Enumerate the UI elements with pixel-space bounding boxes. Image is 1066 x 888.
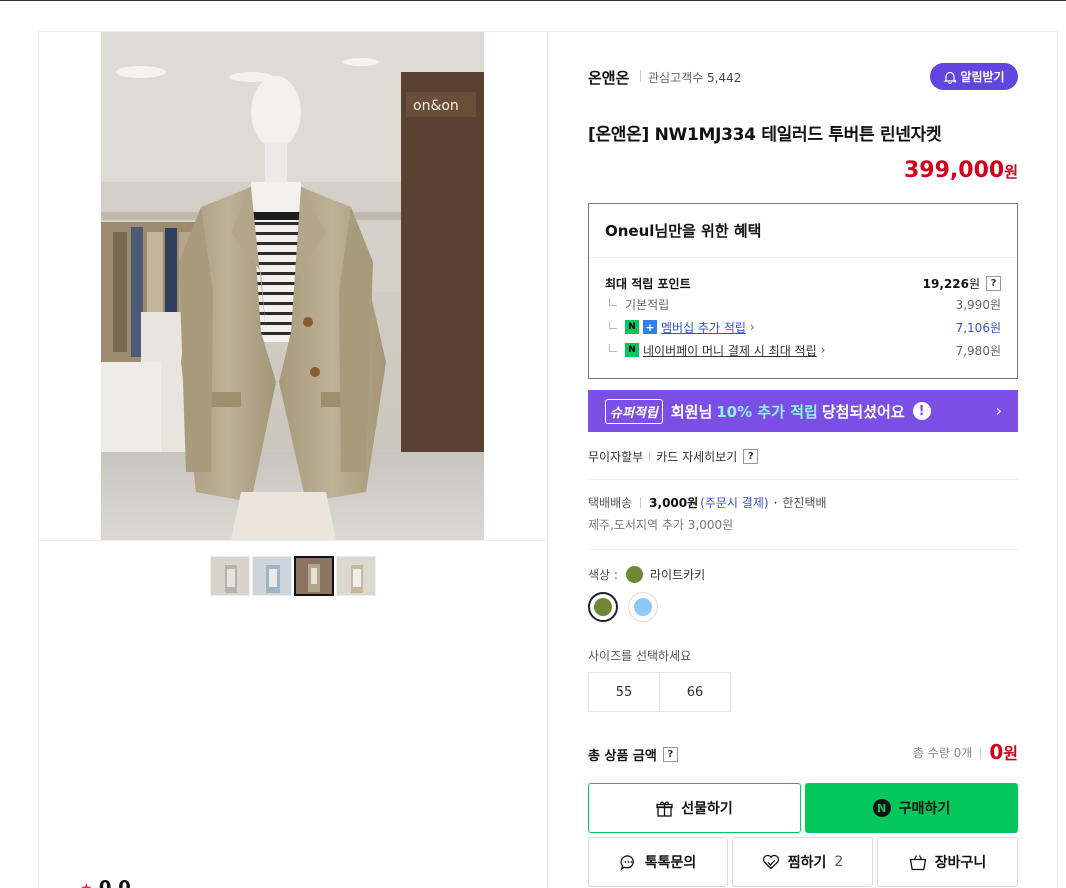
- branch-icon: [609, 344, 617, 352]
- shipping-extra: 제주,도서지역 추가 3,000원: [588, 518, 734, 532]
- size-option-66[interactable]: 66: [659, 672, 731, 712]
- shipping-carrier: 한진택배: [782, 496, 827, 510]
- total-label: 총 상품 금액 ?: [588, 745, 678, 764]
- wish-button[interactable]: 찜하기 2: [732, 837, 873, 887]
- buy-button-label: 구매하기: [898, 801, 951, 817]
- star-icon: ★: [80, 881, 93, 888]
- benefit-divider: [589, 257, 1017, 258]
- color-label-text: 색상 :: [588, 568, 618, 582]
- color-swatch-skyblue[interactable]: [628, 592, 658, 622]
- gift-button[interactable]: 선물하기: [588, 783, 801, 833]
- benefit-row: N 네이버페이 머니 결제 시 최대 적립 › 7,980원: [605, 341, 1001, 359]
- thumbnail-3[interactable]: [294, 556, 334, 596]
- benefit-title: Oneul님만을 위한 혜택: [605, 222, 762, 240]
- product-main-image[interactable]: on&on: [101, 32, 484, 540]
- thumbnail-strip: [210, 556, 376, 596]
- exclamation-icon: !: [912, 402, 931, 420]
- cart-button-label: 장바구니: [934, 855, 987, 871]
- wish-count: 2: [834, 854, 844, 870]
- benefit-row-value: 7,106원: [955, 320, 1001, 335]
- product-title: [온앤온] NW1MJ334 테일러드 투버튼 린넨자켓: [588, 125, 942, 145]
- banner-text: 회원님: [670, 402, 713, 421]
- buy-button[interactable]: N 구매하기: [805, 783, 1018, 833]
- benefit-row: N + 멤버십 추가 적립 › 7,106원: [605, 318, 1001, 336]
- thumbnail-1[interactable]: [210, 556, 250, 596]
- plus-icon: +: [643, 320, 657, 334]
- shipping-label: 택배배송: [588, 496, 633, 510]
- chevron-right-icon: ›: [820, 343, 826, 357]
- heart-icon: [762, 854, 779, 870]
- max-points-row: 최대 적립 포인트 19,226원 ?: [605, 274, 1001, 292]
- product-price: 399,000원: [903, 158, 1018, 183]
- image-divider: [39, 540, 547, 541]
- cart-button[interactable]: 장바구니: [877, 837, 1018, 887]
- help-icon[interactable]: ?: [662, 747, 678, 762]
- top-border: [0, 0, 1066, 1]
- benefit-row-label: 기본적립: [625, 297, 670, 312]
- cart-bag-icon: [909, 854, 927, 870]
- color-swatch-khaki[interactable]: [588, 592, 618, 622]
- color-option-label: 색상 : 라이트카키: [588, 566, 705, 583]
- benefit-row-value: 3,990원: [955, 297, 1001, 312]
- store-separator: [640, 70, 641, 82]
- help-icon[interactable]: ?: [986, 275, 1001, 291]
- rating-fragment: ★ 0.0: [80, 878, 131, 888]
- section-divider: [588, 479, 1018, 480]
- selected-color-dot: [625, 566, 643, 583]
- naverpay-icon: N: [625, 343, 639, 357]
- benefit-box: Oneul님만을 위한 혜택 최대 적립 포인트 19,226원 ? 기본적립 …: [588, 203, 1018, 379]
- chevron-right-icon: ›: [995, 401, 1002, 420]
- max-points-label: 최대 적립 포인트: [605, 276, 691, 291]
- banner-highlight: 10% 추가 적립: [716, 402, 818, 421]
- benefit-row-value: 7,980원: [955, 343, 1001, 358]
- total-amount: 0원: [989, 740, 1018, 764]
- installment-label: 무이자할부: [588, 450, 644, 464]
- benefit-row: 기본적립 3,990원: [605, 295, 1001, 313]
- card-detail-link[interactable]: 카드 자세히보기: [656, 448, 737, 465]
- size-option-label: 사이즈를 선택하세요: [588, 649, 692, 663]
- chat-bubble-icon: [620, 854, 634, 870]
- shipping-condition: (주문시 결제): [700, 496, 769, 510]
- selected-color-name: 라이트카키: [649, 568, 706, 582]
- fan-count: 관심고객수 5,442: [648, 71, 742, 85]
- section-divider: [588, 549, 1018, 550]
- wish-button-label: 찜하기: [787, 855, 827, 871]
- talk-button-label: 톡톡문의: [644, 855, 697, 871]
- alarm-button[interactable]: 알림받기: [930, 63, 1018, 90]
- membership-link[interactable]: 멤버십 추가 적립: [661, 319, 746, 336]
- naver-n-icon: N: [625, 320, 639, 334]
- super-points-banner[interactable]: 슈퍼적립 회원님 10% 추가 적립 당첨되셨어요 ! ›: [588, 390, 1018, 432]
- naver-n-icon: N: [872, 799, 891, 817]
- total-quantity: 총 수량 0개: [913, 744, 989, 761]
- naverpay-link[interactable]: 네이버페이 머니 결제 시 최대 적립: [643, 342, 817, 359]
- svg-text:on&on: on&on: [413, 98, 459, 114]
- shipping-row: 택배배송 3,000원 (주문시 결제) · 한진택배: [588, 495, 827, 511]
- gift-icon: [656, 801, 673, 817]
- talk-inquiry-button[interactable]: 톡톡문의: [588, 837, 728, 887]
- size-option-55[interactable]: 55: [588, 672, 660, 712]
- branch-icon: [609, 298, 617, 306]
- total-summary: 총 수량 0개 0원: [913, 740, 1018, 764]
- super-points-tag: 슈퍼적립: [605, 398, 663, 424]
- thumbnail-4[interactable]: [336, 556, 376, 596]
- banner-text-post: 당첨되셨어요: [821, 402, 905, 421]
- alarm-button-label: 알림받기: [960, 70, 1005, 84]
- max-points-value: 19,226원: [922, 276, 980, 291]
- gift-button-label: 선물하기: [681, 801, 733, 817]
- thumbnail-2[interactable]: [252, 556, 292, 596]
- branch-icon: [609, 321, 617, 329]
- total-label-text: 총 상품 금액: [588, 749, 657, 764]
- store-name[interactable]: 온앤온: [588, 67, 629, 88]
- column-divider: [547, 31, 548, 888]
- help-icon[interactable]: ?: [743, 449, 759, 464]
- bell-icon: [943, 71, 957, 84]
- installment-row: 무이자할부 카드 자세히보기 ?: [588, 448, 759, 465]
- shipping-fee: 3,000원: [649, 496, 699, 510]
- chevron-right-icon: ›: [749, 320, 755, 334]
